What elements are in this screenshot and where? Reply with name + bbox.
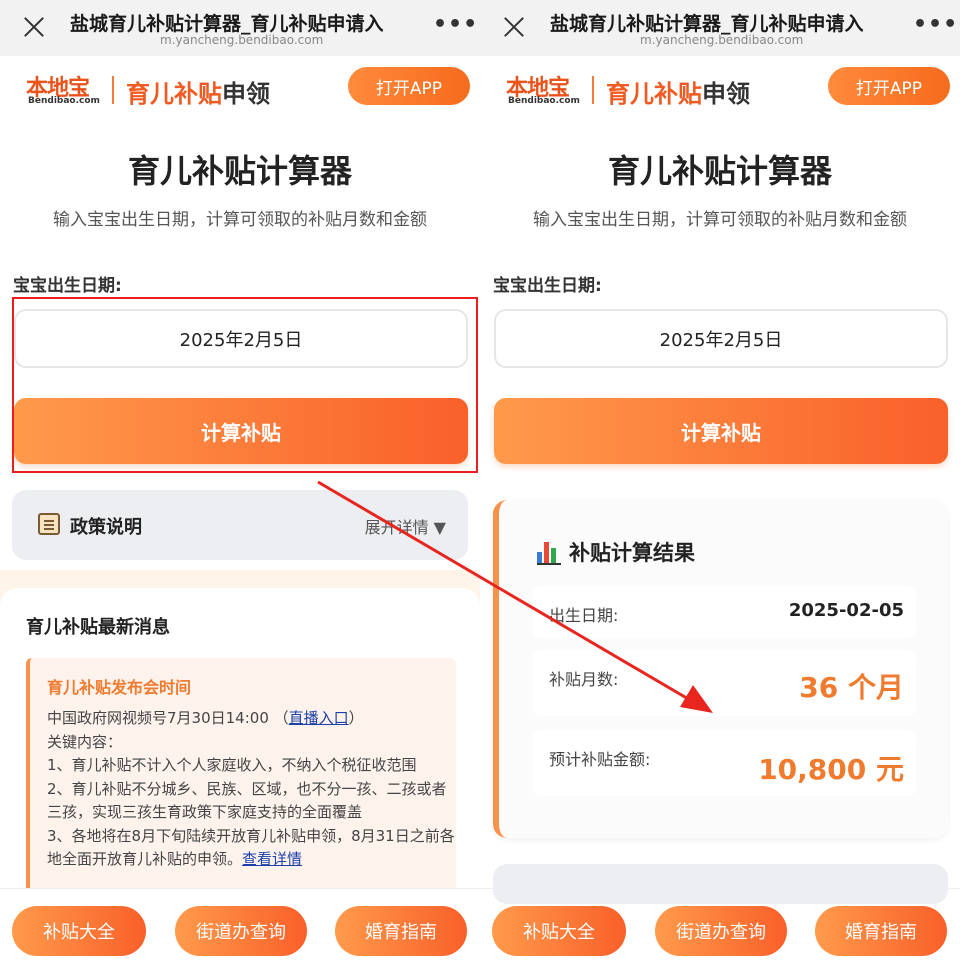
page-subtitle: 输入宝宝出生日期，计算可领取的补贴月数和金额	[53, 210, 427, 230]
birth-date-label: 宝宝出生日期:	[493, 276, 602, 296]
calculate-button[interactable]: 计算补贴	[494, 398, 948, 464]
news-item: 育儿补贴发布会时间 中国政府网视频号7月30日14:00 （直播入口） 关键内容…	[26, 658, 456, 898]
policy-section[interactable]: 政策说明 展开详情 ▼	[12, 490, 468, 560]
browser-topbar: 盐城育儿补贴计算器_育儿补贴申请入 m.yancheng.bendibao.co…	[0, 0, 480, 56]
birth-date-input[interactable]: 2025年2月5日	[494, 309, 948, 368]
page-tab-title: 盐城育儿补贴计算器_育儿补贴申请入	[70, 13, 384, 35]
news-title: 育儿补贴最新消息	[26, 617, 170, 638]
news-card: 育儿补贴最新消息 育儿补贴发布会时间 中国政府网视频号7月30日14:00 （直…	[0, 588, 480, 908]
brand-divider	[112, 76, 114, 104]
nav-street-office-button[interactable]: 街道办查询	[655, 906, 787, 956]
birth-date-row-value: 2025-02-05	[788, 600, 904, 621]
page-subtitle: 输入宝宝出生日期，计算可领取的补贴月数和金额	[533, 210, 907, 230]
birth-date-row-label: 出生日期:	[549, 606, 619, 625]
news-line3: 1、育儿补贴不计入个人家庭收入，不纳入个税征收范围	[47, 756, 417, 774]
bar-chart-icon	[537, 542, 561, 565]
subsidy-months-row: 补贴月数: 36 个月	[533, 650, 916, 716]
brand-divider	[592, 76, 594, 104]
subsidy-amount-value: 10,800 元	[758, 753, 904, 786]
result-card: 补贴计算结果 出生日期: 2025-02-05 补贴月数: 36 个月 预计补贴…	[493, 500, 948, 838]
brand-accent: 育儿补贴	[606, 80, 702, 108]
news-line1: 中国政府网视频号7月30日14:00 （	[47, 709, 289, 727]
close-icon[interactable]	[22, 15, 46, 39]
subsidy-amount-row: 预计补贴金额: 10,800 元	[533, 730, 916, 796]
brand-rest: 申领	[702, 80, 750, 108]
bendibao-logo[interactable]: 本地宝 Bendibao.com	[498, 70, 598, 110]
nav-subsidy-all-button[interactable]: 补贴大全	[492, 906, 626, 956]
screenshot-before: 盐城育儿补贴计算器_育儿补贴申请入 m.yancheng.bendibao.co…	[0, 0, 480, 960]
news-item-heading: 育儿补贴发布会时间	[47, 678, 192, 697]
logo-sub-text: Bendibao.com	[28, 96, 100, 106]
news-line1-end: ）	[348, 709, 364, 727]
brand-name: 育儿补贴申领	[606, 74, 750, 109]
page-tab-title: 盐城育儿补贴计算器_育儿补贴申请入	[550, 13, 864, 35]
birth-date-row: 出生日期: 2025-02-05	[533, 586, 916, 638]
subsidy-amount-label: 预计补贴金额:	[549, 750, 651, 769]
annotation-highlight-box	[12, 297, 478, 473]
nav-street-office-button[interactable]: 街道办查询	[175, 906, 307, 956]
next-section-card	[493, 864, 948, 904]
news-item-body: 中国政府网视频号7月30日14:00 （直播入口） 关键内容： 1、育儿补贴不计…	[47, 707, 455, 872]
brand-accent: 育儿补贴	[126, 80, 222, 108]
notepad-icon	[38, 513, 60, 535]
open-app-button[interactable]: 打开APP	[828, 67, 950, 105]
close-icon[interactable]	[502, 15, 526, 39]
brand-name: 育儿补贴申领	[126, 74, 270, 109]
page-title: 育儿补贴计算器	[607, 152, 832, 190]
logo-sub-text: Bendibao.com	[508, 96, 580, 106]
birth-date-label: 宝宝出生日期:	[13, 276, 122, 296]
open-app-button[interactable]: 打开APP	[348, 67, 470, 105]
subsidy-months-value: 36 个月	[799, 671, 904, 704]
page-url: m.yancheng.bendibao.com	[160, 33, 324, 47]
bottom-nav: 补贴大全 街道办查询 婚育指南	[0, 888, 480, 960]
news-line4: 2、育儿补贴不分城乡、民族、区域，也不分一孩、二孩或者三孩，实现三孩生育政策下家…	[47, 779, 447, 822]
nav-marriage-guide-button[interactable]: 婚育指南	[335, 906, 467, 956]
news-line2: 关键内容：	[47, 732, 123, 751]
page-url: m.yancheng.bendibao.com	[640, 33, 804, 47]
result-title: 补贴计算结果	[569, 541, 695, 565]
brand-rest: 申领	[222, 80, 270, 108]
bendibao-logo[interactable]: 本地宝 Bendibao.com	[18, 70, 118, 110]
browser-topbar: 盐城育儿补贴计算器_育儿补贴申请入 m.yancheng.bendibao.co…	[480, 0, 960, 56]
policy-title: 政策说明	[70, 517, 142, 538]
subsidy-months-label: 补贴月数:	[549, 670, 619, 689]
page-title: 育儿补贴计算器	[127, 152, 352, 190]
live-entry-link[interactable]: 直播入口	[289, 709, 349, 727]
nav-marriage-guide-button[interactable]: 婚育指南	[815, 906, 947, 956]
view-details-link[interactable]: 查看详情	[242, 850, 302, 868]
expand-details-toggle[interactable]: 展开详情 ▼	[365, 514, 446, 538]
nav-subsidy-all-button[interactable]: 补贴大全	[12, 906, 146, 956]
more-icon[interactable]: •••	[433, 12, 478, 37]
more-icon[interactable]: •••	[913, 12, 958, 37]
